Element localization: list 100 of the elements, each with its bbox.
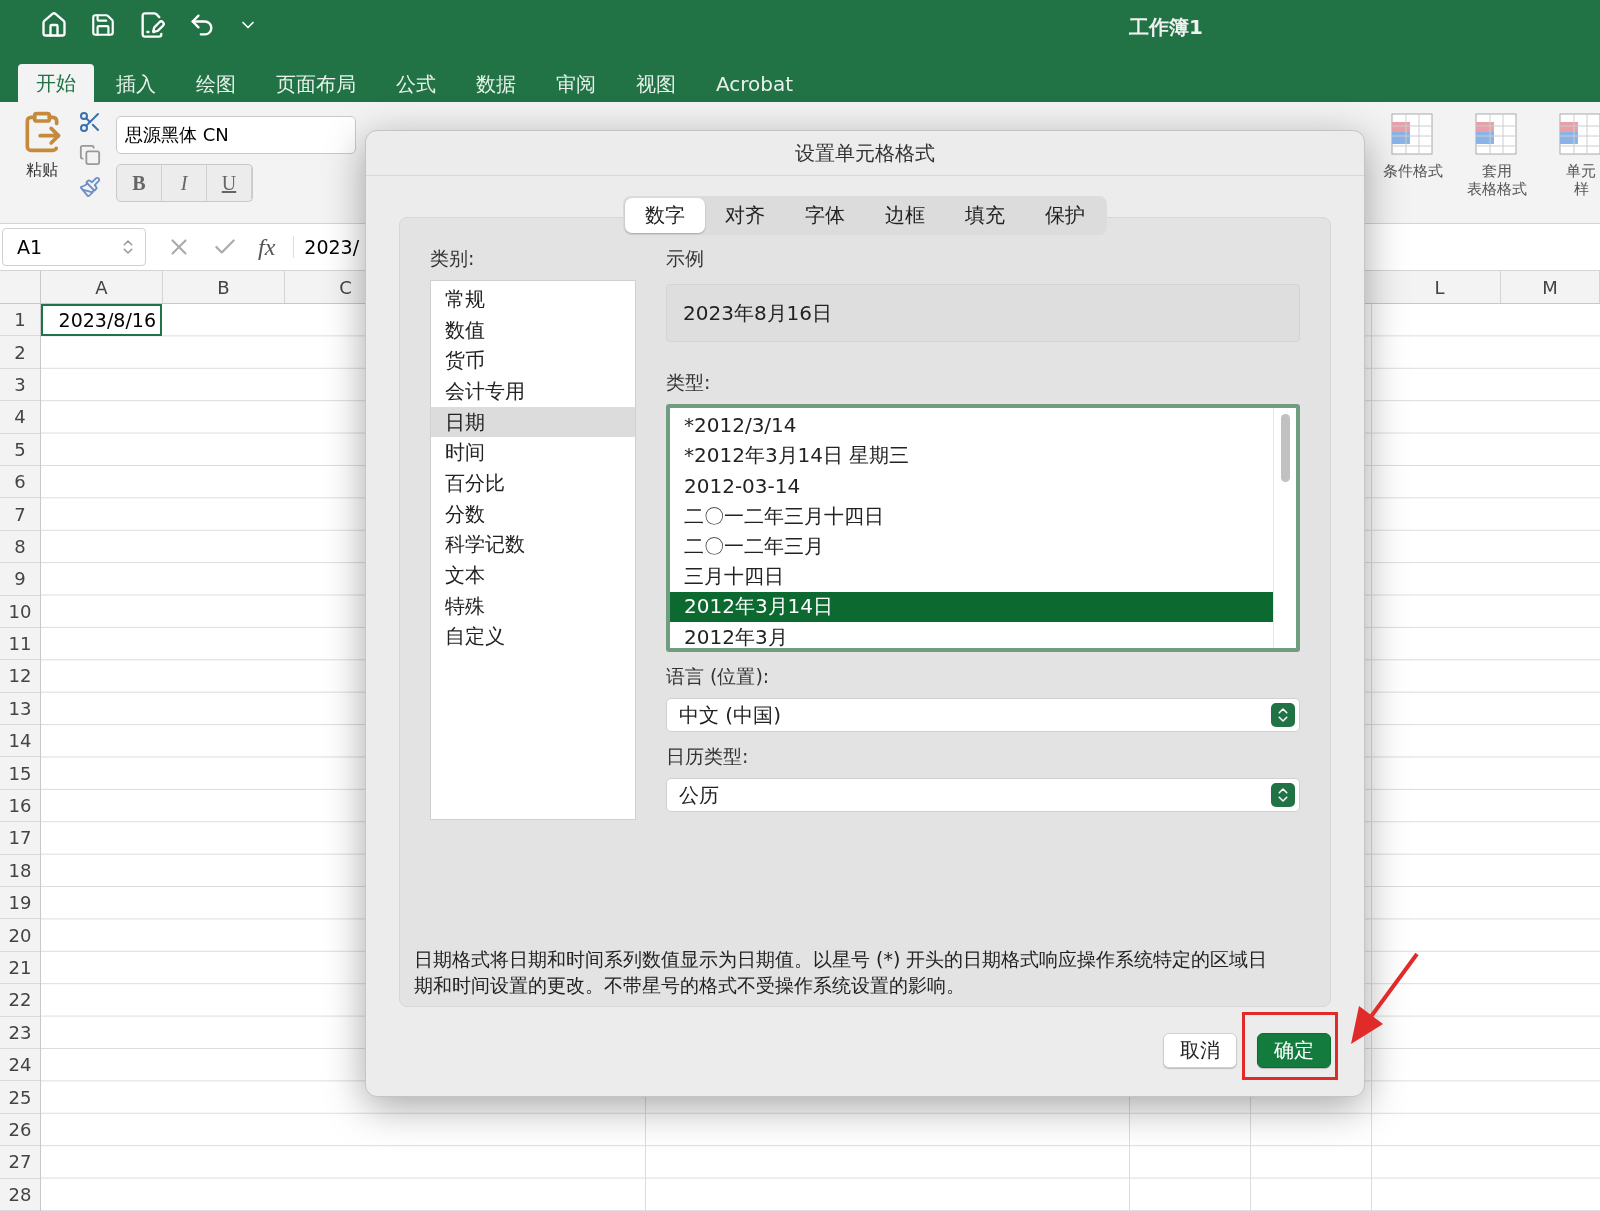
row-header[interactable]: 17 [0, 822, 40, 855]
calendar-select[interactable]: 公历 [666, 778, 1300, 812]
table-style-icon [1474, 112, 1520, 158]
ribbon-tab[interactable]: 页面布局 [258, 66, 374, 102]
type-item[interactable]: 2012年3月14日 [670, 591, 1273, 623]
type-item[interactable]: 二〇一二年三月十四日 [670, 500, 1273, 532]
category-item[interactable]: 特殊 [431, 590, 635, 622]
style-button[interactable]: 单元 样 [1546, 112, 1600, 198]
active-cell[interactable]: 2023/8/16 [41, 304, 162, 337]
ribbon-tab[interactable]: 数据 [458, 66, 534, 102]
dialog-tab[interactable]: 字体 [785, 198, 865, 233]
row-header[interactable]: 9 [0, 563, 40, 596]
dialog-tab[interactable]: 填充 [945, 198, 1025, 233]
style-button[interactable]: 条件格式 [1378, 112, 1448, 198]
row-header[interactable]: 16 [0, 789, 40, 823]
ribbon-tab[interactable]: 公式 [378, 66, 454, 102]
cancel-button[interactable]: 取消 [1163, 1033, 1237, 1068]
category-item[interactable]: 科学记数 [431, 529, 635, 561]
bold-button[interactable]: B [117, 165, 162, 201]
copy-icon[interactable] [79, 144, 101, 166]
row-header[interactable]: 1 [0, 304, 40, 337]
row-header[interactable]: 28 [0, 1178, 40, 1211]
dialog-title: 设置单元格格式 [366, 131, 1364, 176]
row-header[interactable]: 25 [0, 1081, 40, 1114]
underline-button[interactable]: U [207, 165, 252, 201]
type-item[interactable]: 二〇一二年三月 [670, 531, 1273, 562]
type-item[interactable]: 2012-03-14 [670, 470, 1273, 501]
column-header[interactable]: L [1379, 271, 1501, 303]
column-header[interactable]: M [1501, 271, 1600, 303]
format-painter-icon[interactable] [79, 176, 101, 198]
table-style-icon [1390, 112, 1436, 158]
type-item[interactable]: *2012年3月14日 星期三 [670, 440, 1273, 471]
sample-label: 示例 [666, 246, 705, 271]
row-header[interactable]: 19 [0, 887, 40, 920]
row-header[interactable]: 20 [0, 919, 40, 952]
category-item[interactable]: 会计专用 [431, 376, 635, 407]
row-header[interactable]: 7 [0, 498, 40, 531]
ribbon-tab[interactable]: 插入 [98, 66, 174, 102]
row-header[interactable]: 10 [0, 595, 40, 628]
type-item[interactable]: *2012/3/14 [670, 410, 1273, 441]
category-item[interactable]: 时间 [431, 437, 635, 469]
insert-function-button[interactable]: fx [258, 233, 276, 261]
italic-button[interactable]: I [162, 165, 207, 201]
category-item[interactable]: 数值 [431, 314, 635, 346]
type-item[interactable]: 2012年3月 [670, 622, 1273, 648]
description-text: 日期格式将日期和时间系列数值显示为日期值。以星号 (*) 开头的日期格式响应操作系统特定的区域日期和时间设置的更改。不带星号的格式不受操作系统设置的影响。 [414, 947, 1269, 998]
type-label: 类型: [666, 370, 712, 395]
row-header[interactable]: 21 [0, 951, 40, 985]
calendar-label: 日历类型: [666, 744, 750, 769]
row-header[interactable]: 8 [0, 530, 40, 564]
row-header[interactable]: 27 [0, 1146, 40, 1179]
category-item[interactable]: 货币 [431, 345, 635, 377]
name-box[interactable]: A1 [2, 228, 146, 266]
ribbon-tab[interactable]: 开始 [18, 64, 94, 102]
ribbon-tab[interactable]: 审阅 [538, 66, 614, 102]
dialog-tab[interactable]: 边框 [865, 198, 945, 233]
row-header[interactable]: 4 [0, 401, 40, 434]
row-header[interactable]: 22 [0, 984, 40, 1017]
dialog-tab[interactable]: 保护 [1025, 198, 1105, 233]
cut-icon[interactable] [78, 110, 102, 134]
home-icon[interactable] [40, 11, 68, 39]
ok-button[interactable]: 确定 [1257, 1033, 1331, 1068]
column-header[interactable]: B [163, 271, 285, 303]
dialog-tab[interactable]: 数字 [625, 198, 705, 233]
row-header[interactable]: 13 [0, 692, 40, 726]
row-header[interactable]: 14 [0, 725, 40, 758]
save-icon[interactable] [90, 12, 116, 38]
row-header[interactable]: 2 [0, 336, 40, 369]
row-header[interactable]: 11 [0, 627, 40, 661]
ribbon-tab[interactable]: Acrobat [698, 66, 812, 102]
row-header[interactable]: 26 [0, 1113, 40, 1147]
sample-preview: 2023年8月16日 [666, 284, 1300, 342]
category-item[interactable]: 日期 [431, 406, 635, 438]
row-header[interactable]: 5 [0, 433, 40, 466]
locale-label: 语言 (位置): [666, 664, 771, 689]
row-header[interactable]: 3 [0, 368, 40, 402]
window-title: 工作簿1 [1129, 14, 1203, 41]
category-item[interactable]: 文本 [431, 560, 635, 591]
column-header[interactable]: A [41, 271, 163, 303]
locale-select[interactable]: 中文 (中国) [666, 698, 1300, 732]
formula-field[interactable]: 2023/ [293, 236, 360, 258]
paste-label[interactable]: 粘贴 [26, 160, 58, 181]
font-name-field[interactable]: 思源黑体 CN [116, 116, 356, 154]
category-item[interactable]: 自定义 [431, 621, 635, 653]
row-header[interactable]: 15 [0, 757, 40, 790]
category-label: 类别: [430, 246, 476, 271]
type-item[interactable]: 三月十四日 [670, 561, 1273, 592]
row-header[interactable]: 12 [0, 660, 40, 693]
ribbon-tab[interactable]: 视图 [618, 66, 694, 102]
scrollbar-thumb[interactable] [1280, 414, 1290, 482]
row-header[interactable]: 6 [0, 465, 40, 499]
row-header[interactable]: 24 [0, 1049, 40, 1082]
category-item[interactable]: 百分比 [431, 468, 635, 499]
style-button[interactable]: 套用 表格格式 [1462, 112, 1532, 198]
row-header[interactable]: 18 [0, 854, 40, 888]
dialog-tab[interactable]: 对齐 [705, 198, 785, 233]
category-item[interactable]: 常规 [431, 284, 635, 315]
ribbon-tab[interactable]: 绘图 [178, 66, 254, 102]
category-item[interactable]: 分数 [431, 498, 635, 530]
row-header[interactable]: 23 [0, 1016, 40, 1049]
